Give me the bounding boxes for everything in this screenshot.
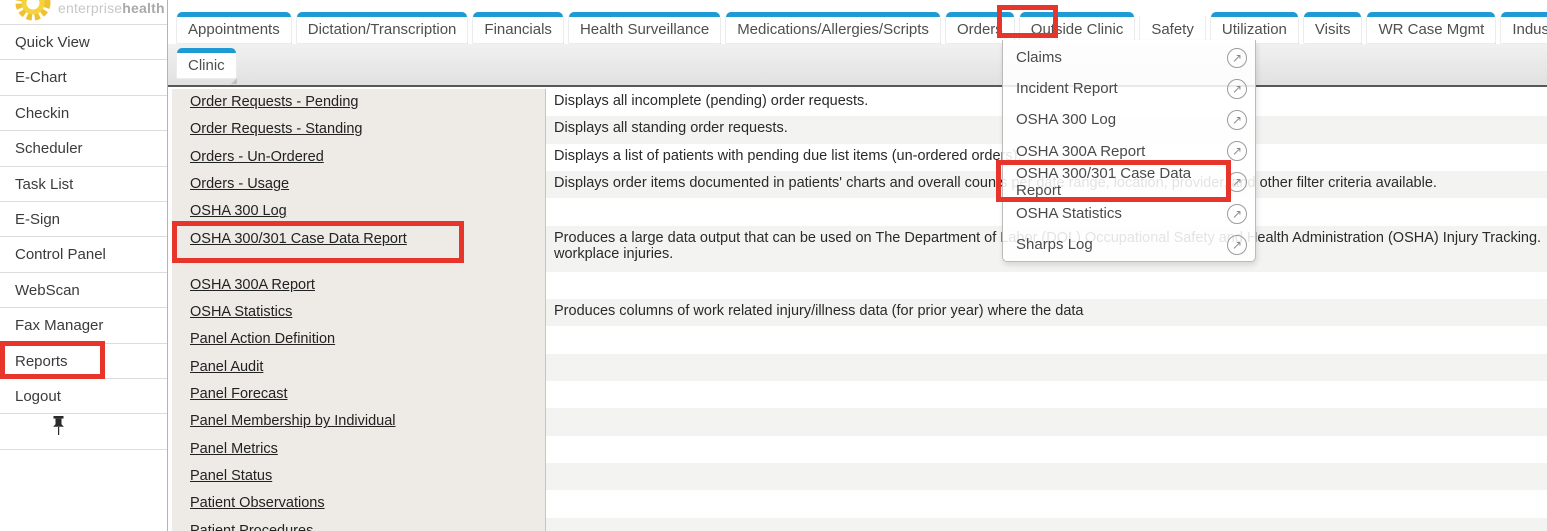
sidebar-item-checkin[interactable]: Checkin	[0, 96, 167, 131]
sidebar-item-reports[interactable]: Reports	[0, 344, 167, 379]
report-link-order-requests-standing[interactable]: Order Requests - Standing	[190, 121, 362, 137]
report-link-osha-statistics[interactable]: OSHA Statistics	[190, 304, 292, 320]
report-link-patient-observations[interactable]: Patient Observations	[190, 495, 325, 511]
table-row: Panel Audit	[168, 354, 1547, 381]
report-description	[545, 518, 1547, 531]
safety-dropdown-menu: Claims ↗ Incident Report ↗ OSHA 300 Log …	[1002, 40, 1256, 262]
external-link-icon[interactable]: ↗	[1227, 204, 1247, 224]
tab-dictation-transcription[interactable]: Dictation/Transcription	[296, 12, 469, 44]
report-link-panel-action-definition[interactable]: Panel Action Definition	[190, 331, 335, 347]
report-link-panel-status[interactable]: Panel Status	[190, 468, 272, 484]
report-description	[545, 381, 1547, 408]
logo-text: enterprisehealth	[58, 0, 165, 16]
tab-appointments[interactable]: Appointments	[176, 12, 292, 44]
report-description	[545, 272, 1547, 299]
table-row: Panel Metrics	[168, 436, 1547, 463]
table-row: Orders - Usage Displays order items docu…	[168, 171, 1547, 198]
table-row: OSHA 300/301 Case Data Report Produces a…	[168, 226, 1547, 272]
menu-item-osha-300-301-case-data-report[interactable]: OSHA 300/301 Case Data Report ↗	[1003, 167, 1255, 198]
sidebar: enterprisehealth Quick View E-Chart Chec…	[0, 0, 168, 531]
menu-item-osha-statistics[interactable]: OSHA Statistics ↗	[1003, 198, 1255, 229]
sidebar-item-scheduler[interactable]: Scheduler	[0, 131, 167, 166]
tab-visits[interactable]: Visits	[1303, 12, 1363, 44]
sidebar-item-e-sign[interactable]: E-Sign	[0, 202, 167, 237]
logo: enterprisehealth	[0, 0, 167, 25]
sidebar-pin-row	[0, 414, 167, 450]
table-row: OSHA 300 Log	[168, 198, 1547, 225]
sidebar-item-e-chart[interactable]: E-Chart	[0, 60, 167, 95]
external-link-icon[interactable]: ↗	[1227, 235, 1247, 255]
report-link-panel-audit[interactable]: Panel Audit	[190, 359, 263, 375]
report-description: Produces columns of work related injury/…	[545, 299, 1547, 326]
report-link-order-requests-pending[interactable]: Order Requests - Pending	[190, 94, 358, 110]
report-link-osha-300a-report[interactable]: OSHA 300A Report	[190, 277, 315, 293]
reports-list: Order Requests - Pending Displays all in…	[168, 89, 1547, 531]
report-description	[545, 326, 1547, 353]
external-link-icon[interactable]: ↗	[1227, 141, 1247, 161]
table-row: Order Requests - Standing Displays all s…	[168, 116, 1547, 143]
table-row: Patient Procedures	[168, 518, 1547, 531]
table-row: Panel Forecast	[168, 381, 1547, 408]
tab-financials[interactable]: Financials	[472, 12, 564, 44]
tab-industrial-hygiene[interactable]: Industrial Hygiene	[1500, 12, 1547, 44]
menu-item-claims[interactable]: Claims ↗	[1003, 42, 1255, 73]
table-row: Order Requests - Pending Displays all in…	[168, 89, 1547, 116]
tab-medications-allergies-scripts[interactable]: Medications/Allergies/Scripts	[725, 12, 941, 44]
app-window: enterprisehealth Quick View E-Chart Chec…	[0, 0, 1547, 531]
menu-item-incident-report[interactable]: Incident Report ↗	[1003, 73, 1255, 104]
tab-clinic[interactable]: Clinic	[176, 48, 237, 79]
table-row: Panel Action Definition	[168, 326, 1547, 353]
table-row: OSHA Statistics Produces columns of work…	[168, 299, 1547, 326]
pushpin-icon[interactable]	[52, 423, 65, 440]
report-link-osha-300-301-case-data-report[interactable]: OSHA 300/301 Case Data Report	[190, 231, 407, 247]
table-row: Patient Observations	[168, 490, 1547, 517]
menu-item-osha-300-log[interactable]: OSHA 300 Log ↗	[1003, 104, 1255, 135]
report-link-panel-metrics[interactable]: Panel Metrics	[190, 441, 278, 457]
sidebar-item-webscan[interactable]: WebScan	[0, 273, 167, 308]
report-link-orders-un-ordered[interactable]: Orders - Un-Ordered	[190, 149, 324, 165]
report-description	[545, 436, 1547, 463]
report-description	[545, 490, 1547, 517]
sidebar-item-control-panel[interactable]: Control Panel	[0, 237, 167, 272]
menu-item-osha-300a-report[interactable]: OSHA 300A Report ↗	[1003, 136, 1255, 167]
report-link-panel-membership-by-individual[interactable]: Panel Membership by Individual	[190, 413, 396, 429]
report-description	[545, 463, 1547, 490]
main-tab-bar: Appointments Dictation/Transcription Fin…	[168, 0, 1547, 44]
report-description	[545, 408, 1547, 435]
report-link-panel-forecast[interactable]: Panel Forecast	[190, 386, 288, 402]
table-row: Orders - Un-Ordered Displays a list of p…	[168, 144, 1547, 171]
external-link-icon[interactable]: ↗	[1227, 79, 1247, 99]
table-row: Panel Status	[168, 463, 1547, 490]
table-row: OSHA 300A Report	[168, 272, 1547, 299]
sidebar-item-fax-manager[interactable]: Fax Manager	[0, 308, 167, 343]
external-link-icon[interactable]: ↗	[1227, 110, 1247, 130]
sub-tab-bar: Clinic	[168, 44, 1547, 87]
report-description	[545, 354, 1547, 381]
sidebar-item-task-list[interactable]: Task List	[0, 167, 167, 202]
report-link-osha-300-log[interactable]: OSHA 300 Log	[190, 203, 287, 219]
tab-wr-case-mgmt[interactable]: WR Case Mgmt	[1366, 12, 1496, 44]
tab-health-surveillance[interactable]: Health Surveillance	[568, 12, 721, 44]
external-link-icon[interactable]: ↗	[1227, 48, 1247, 68]
menu-item-sharps-log[interactable]: Sharps Log ↗	[1003, 229, 1255, 260]
report-link-orders-usage[interactable]: Orders - Usage	[190, 176, 289, 192]
sidebar-item-quick-view[interactable]: Quick View	[0, 25, 167, 60]
sidebar-item-logout[interactable]: Logout	[0, 379, 167, 414]
report-link-patient-procedures[interactable]: Patient Procedures	[190, 523, 313, 531]
gear-logo-icon	[12, 0, 54, 25]
table-row: Panel Membership by Individual	[168, 408, 1547, 435]
external-link-icon[interactable]: ↗	[1227, 172, 1247, 192]
